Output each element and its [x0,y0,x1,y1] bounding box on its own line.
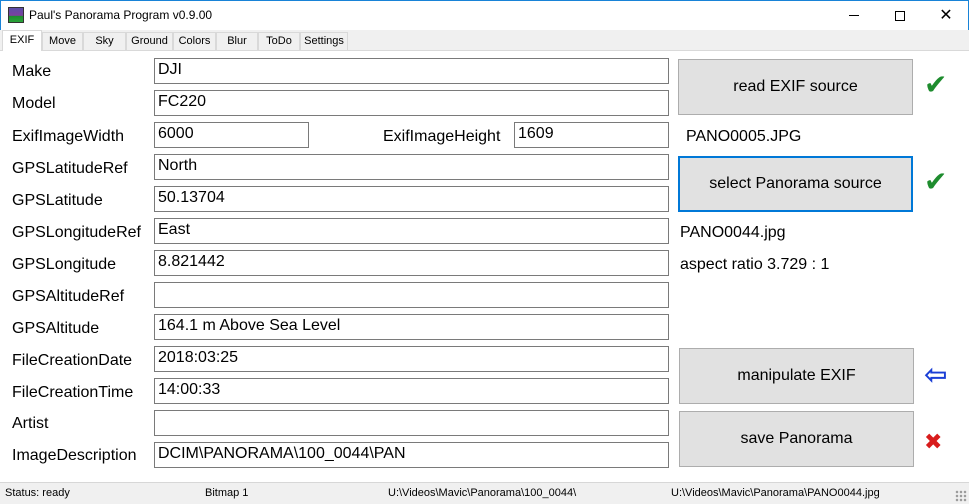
date-label: FileCreationDate [12,352,133,369]
status-bar: Status: ready Bitmap 1 U:\Videos\Mavic\P… [0,482,969,504]
height-field[interactable]: 1609 [514,122,669,148]
tab-blur[interactable]: Blur [216,32,258,50]
description-label: ImageDescription [12,447,137,464]
lat-ref-label: GPSLatitudeRef [12,160,128,177]
maximize-button[interactable] [877,1,923,30]
tab-sky[interactable]: Sky [83,32,126,50]
minimize-button[interactable] [831,1,877,30]
close-icon: ✕ [939,6,953,24]
make-field[interactable]: DJI [154,58,669,84]
lon-ref-label: GPSLongitudeRef [12,224,141,241]
resize-grip[interactable] [955,490,967,502]
alt-field[interactable]: 164.1 m Above Sea Level [154,314,669,340]
date-field[interactable]: 2018:03:25 [154,346,669,372]
lat-label: GPSLatitude [12,192,103,209]
app-icon [8,7,24,23]
tab-colors[interactable]: Colors [173,32,216,50]
check-icon: ✔ [924,69,948,100]
model-field[interactable]: FC220 [154,90,669,116]
tab-move[interactable]: Move [42,32,83,50]
cross-icon: ✖ [924,429,943,454]
alt-label: GPSAltitude [12,320,100,337]
lon-ref-field[interactable]: East [154,218,669,244]
save-panorama-button[interactable]: save Panorama [679,411,914,467]
status-text: Status: ready [5,487,70,499]
tab-todo[interactable]: ToDo [258,32,300,50]
title-bar: Paul's Panorama Program v0.9.00 ✕ [0,0,969,30]
status-panorama-path: U:\Videos\Mavic\Panorama\PANO0044.jpg [671,487,880,499]
maximize-icon [895,10,905,21]
manipulate-exif-button[interactable]: manipulate EXIF [679,348,914,404]
height-label: ExifImageHeight [383,128,501,145]
make-label: Make [12,63,52,80]
check-icon: ✔ [924,166,948,197]
close-button[interactable]: ✕ [923,1,969,30]
read-exif-button[interactable]: read EXIF source [678,59,913,115]
lat-field[interactable]: 50.13704 [154,186,669,212]
panorama-source-filename: PANO0044.jpg [680,224,786,241]
alt-ref-label: GPSAltitudeRef [12,288,125,305]
alt-ref-field[interactable] [154,282,669,308]
width-field[interactable]: 6000 [154,122,309,148]
time-label: FileCreationTime [12,384,134,401]
tab-settings[interactable]: Settings [300,32,348,50]
tab-ground[interactable]: Ground [126,32,173,50]
lat-ref-field[interactable]: North [154,154,669,180]
status-exif-path: U:\Videos\Mavic\Panorama\100_0044\ [388,487,577,499]
artist-label: Artist [12,415,49,432]
lon-field[interactable]: 8.821442 [154,250,669,276]
width-label: ExifImageWidth [12,128,125,145]
window-title: Paul's Panorama Program v0.9.00 [29,8,213,22]
select-panorama-button[interactable]: select Panorama source [678,156,913,212]
aspect-ratio-text: aspect ratio 3.729 : 1 [680,256,830,273]
tab-exif[interactable]: EXIF [2,30,42,51]
description-field[interactable]: DCIM\PANORAMA\100_0044\PAN [154,442,669,468]
lon-label: GPSLongitude [12,256,117,273]
time-field[interactable]: 14:00:33 [154,378,669,404]
exif-source-filename: PANO0005.JPG [686,128,802,145]
model-label: Model [12,95,56,112]
minimize-icon [849,15,859,16]
status-bitmap: Bitmap 1 [205,487,249,499]
arrow-left-icon: ⇦ [924,359,948,390]
artist-field[interactable] [154,410,669,436]
